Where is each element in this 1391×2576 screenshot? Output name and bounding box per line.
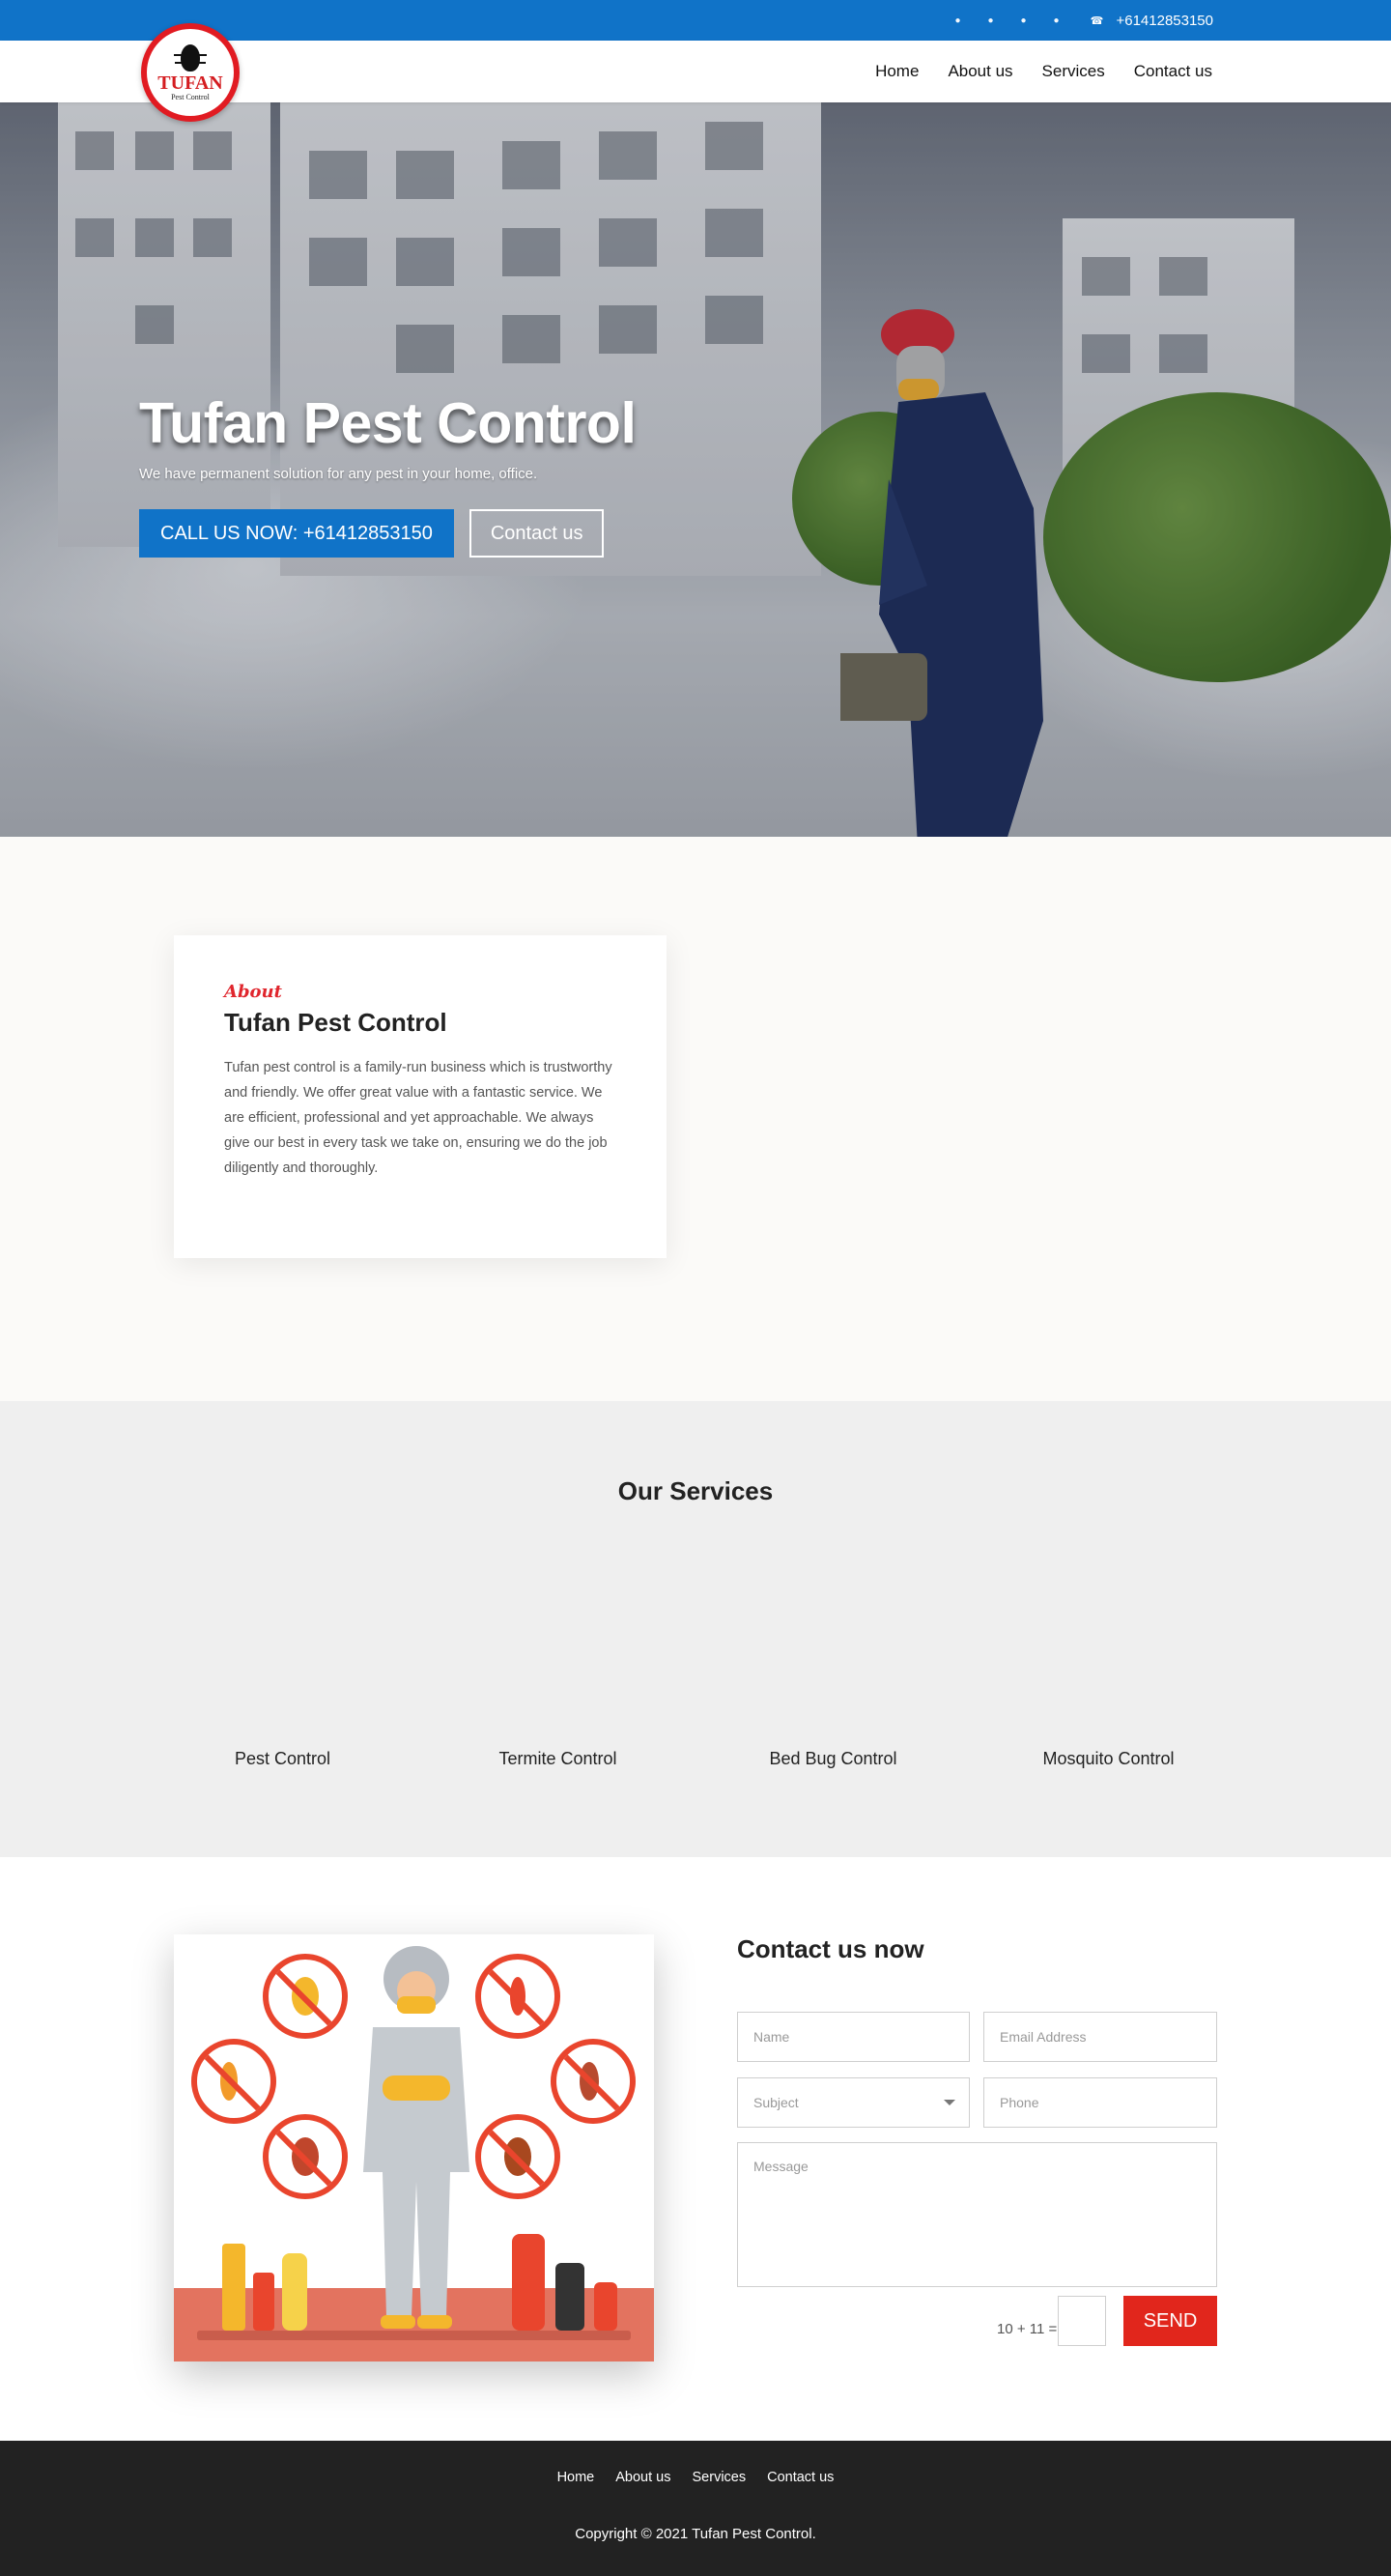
send-button[interactable]: SEND xyxy=(1123,2296,1217,2346)
name-field[interactable]: Name xyxy=(737,2012,970,2062)
footer-nav-home[interactable]: Home xyxy=(557,2470,595,2485)
service-pest-control[interactable]: Pest Control xyxy=(145,1749,420,1769)
subject-select-value: Subject xyxy=(753,2095,799,2110)
nav-contact[interactable]: Contact us xyxy=(1134,62,1212,81)
about-card: About Tufan Pest Control Tufan pest cont… xyxy=(174,935,667,1258)
twitter-icon[interactable]: ● xyxy=(984,14,996,27)
message-textarea[interactable]: Message xyxy=(737,2142,1217,2287)
no-centipede-icon xyxy=(475,1954,560,2039)
nav-home[interactable]: Home xyxy=(875,62,919,81)
nav-services[interactable]: Services xyxy=(1042,62,1105,81)
hero-contact-button[interactable]: Contact us xyxy=(468,509,605,558)
contact-title: Contact us now xyxy=(737,1934,924,1963)
footer-nav: Home About us Services Contact us xyxy=(0,2441,1391,2485)
top-phone[interactable]: ☎ +61412853150 xyxy=(1091,13,1213,29)
contact-section: Contact us now Name Email Address Subjec… xyxy=(0,1857,1391,2441)
email-field[interactable]: Email Address xyxy=(983,2012,1217,2062)
pest-control-illustration xyxy=(174,1934,654,2361)
about-script-label: About xyxy=(224,982,282,1002)
footer-nav-services[interactable]: Services xyxy=(693,2470,747,2485)
about-section: About Tufan Pest Control Tufan pest cont… xyxy=(0,837,1391,1401)
logo[interactable]: TUFAN Pest Control xyxy=(141,23,240,122)
hero-content: Tufan Pest Control We have permanent sol… xyxy=(139,390,637,558)
hero-subtitle: We have permanent solution for any pest … xyxy=(139,466,538,482)
no-mosquito-icon xyxy=(191,2039,276,2124)
phone-icon: ☎ xyxy=(1090,14,1104,27)
subject-select[interactable]: Subject xyxy=(737,2077,970,2128)
spray-cans-illustration xyxy=(222,2234,617,2331)
footer-nav-contact[interactable]: Contact us xyxy=(767,2470,834,2485)
logo-word: TUFAN xyxy=(157,72,223,94)
service-bed-bug-control[interactable]: Bed Bug Control xyxy=(696,1749,971,1769)
captcha-input[interactable] xyxy=(1058,2296,1106,2346)
no-ant-icon xyxy=(551,2039,636,2124)
no-bedbug-icon xyxy=(263,2114,348,2199)
youtube-icon[interactable]: ● xyxy=(1050,14,1062,27)
main-nav: Home About us Services Contact us xyxy=(875,41,1212,102)
nav-about[interactable]: About us xyxy=(948,62,1012,81)
copyright-text: Copyright © 2021 Tufan Pest Control. xyxy=(575,2526,816,2542)
no-wasp-icon xyxy=(263,1954,348,2039)
facebook-icon[interactable]: ● xyxy=(951,14,963,27)
services-list: Pest Control Termite Control Bed Bug Con… xyxy=(145,1749,1246,1769)
site-header: TUFAN Pest Control Home About us Service… xyxy=(0,23,1391,122)
linkedin-icon[interactable]: ● xyxy=(1017,14,1029,27)
service-termite-control[interactable]: Termite Control xyxy=(420,1749,696,1769)
captcha-question: 10 + 11 = xyxy=(997,2321,1058,2337)
call-now-button[interactable]: CALL US NOW: +61412853150 xyxy=(139,509,454,558)
about-title: Tufan Pest Control xyxy=(224,1008,447,1037)
hero-section: Tufan Pest Control We have permanent sol… xyxy=(0,102,1391,837)
chevron-down-icon xyxy=(944,2100,955,2105)
hero-title: Tufan Pest Control xyxy=(139,391,637,455)
no-cockroach-icon xyxy=(475,2114,560,2199)
cockroach-icon xyxy=(174,43,207,72)
site-footer: Home About us Services Contact us Copyri… xyxy=(0,2441,1391,2576)
hero-buttons: CALL US NOW: +61412853150 Contact us xyxy=(139,509,636,558)
logo-subtitle: Pest Control xyxy=(171,92,210,101)
social-links: ● ● ● ● xyxy=(951,14,1062,27)
footer-nav-about[interactable]: About us xyxy=(615,2470,670,2485)
phone-field[interactable]: Phone xyxy=(983,2077,1217,2128)
about-text: Tufan pest control is a family-run busin… xyxy=(224,1060,612,1176)
service-mosquito-control[interactable]: Mosquito Control xyxy=(971,1749,1246,1769)
services-title: Our Services xyxy=(617,1476,774,1505)
top-phone-number[interactable]: +61412853150 xyxy=(1116,13,1213,29)
services-section: Our Services Pest Control Termite Contro… xyxy=(0,1401,1391,1857)
